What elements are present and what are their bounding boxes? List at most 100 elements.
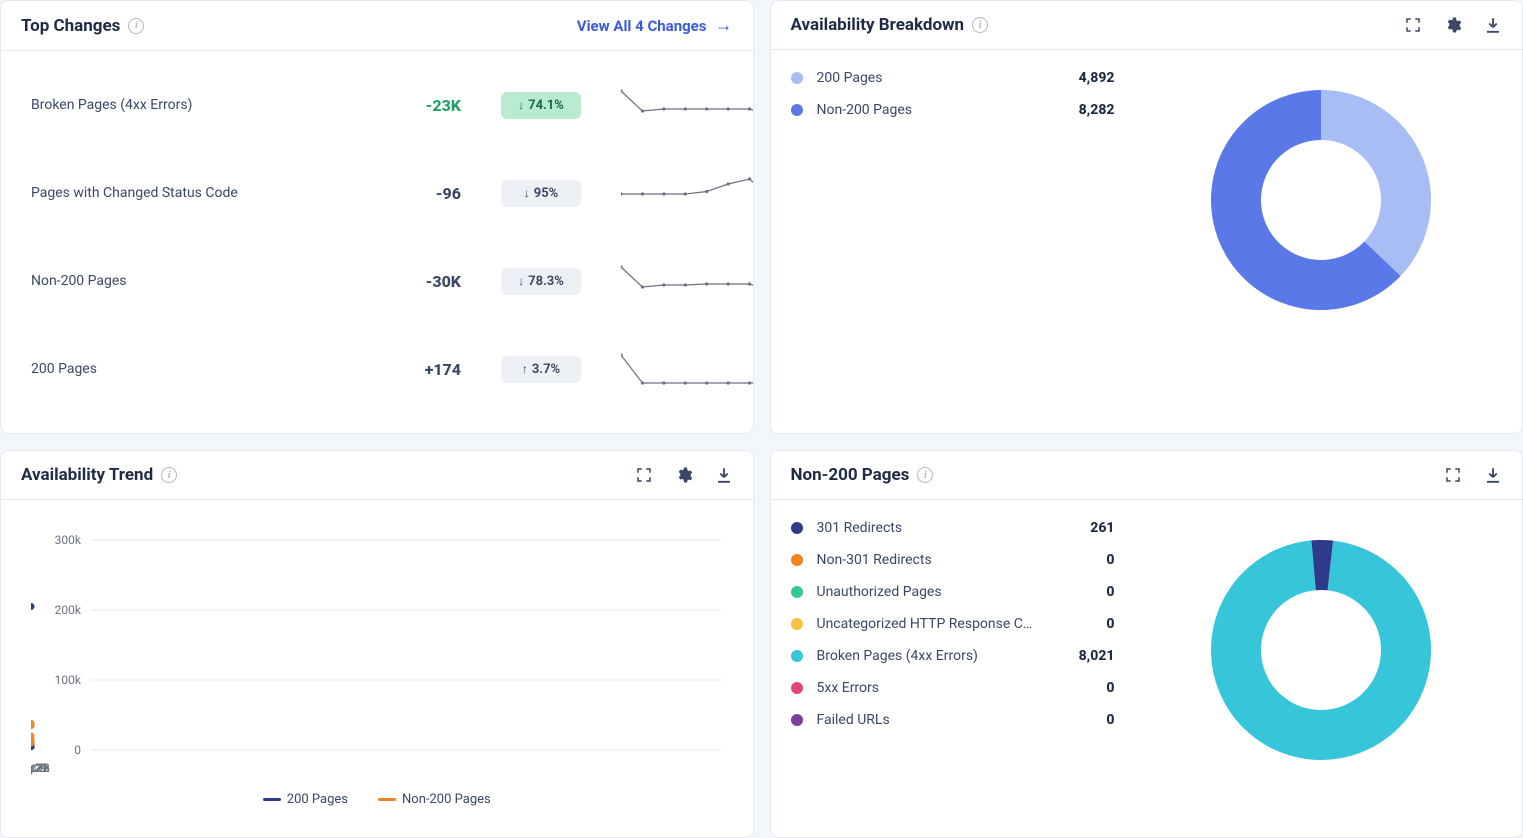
card-title: Availability Breakdown i	[791, 15, 989, 35]
change-label: 200 Pages	[31, 361, 331, 377]
legend-label: Non-200 Pages	[402, 792, 491, 807]
color-swatch	[791, 522, 803, 534]
legend-item[interactable]: Broken Pages (4xx Errors) 8,021	[791, 648, 1121, 664]
svg-text:100k: 100k	[55, 673, 82, 687]
legend-item[interactable]: Failed URLs0	[791, 712, 1121, 728]
expand-icon[interactable]	[1444, 466, 1462, 484]
chart-container	[1141, 60, 1503, 340]
change-delta: -23K	[351, 96, 461, 115]
legend-label: 5xx Errors	[817, 680, 1037, 696]
legend-label: Non-301 Redirects	[817, 552, 1037, 568]
sparkline-chart	[621, 175, 754, 211]
header-actions	[635, 466, 733, 484]
percent-value: 78.3%	[528, 274, 564, 289]
legend-item[interactable]: Non-200 Pages	[378, 792, 491, 807]
card-title: Availability Trend i	[21, 465, 177, 485]
percent-pill: ↓ 74.1%	[501, 92, 581, 119]
arrow-down-icon: ↓	[518, 274, 524, 288]
top-changes-card: Top Changes i View All 4 Changes → Broke…	[0, 0, 754, 434]
download-icon[interactable]	[1484, 466, 1502, 484]
change-delta: +174	[351, 360, 461, 379]
color-swatch	[791, 682, 803, 694]
view-all-link[interactable]: View All 4 Changes →	[577, 15, 733, 36]
color-swatch	[791, 586, 803, 598]
color-swatch	[791, 618, 803, 630]
legend-label: Failed URLs	[817, 712, 1037, 728]
arrow-right-icon: →	[715, 15, 733, 36]
legend-value: 0	[1045, 680, 1115, 696]
view-all-label: View All 4 Changes	[577, 17, 707, 35]
card-body: 0100k200k300kJul 29Aug 12Aug 26Sep 9Sep …	[1, 500, 753, 837]
legend-item[interactable]: Non-301 Redirects 0	[791, 552, 1121, 568]
change-label: Pages with Changed Status Code	[31, 185, 331, 201]
legend-value: 261	[1045, 520, 1115, 536]
info-icon[interactable]: i	[917, 467, 933, 483]
availability-trend-chart: 0100k200k300kJul 29Aug 12Aug 26Sep 9Sep …	[31, 530, 731, 780]
chart-container	[1141, 510, 1503, 790]
legend-value: 8,282	[1045, 102, 1115, 118]
legend-label: 301 Redirects	[817, 520, 1037, 536]
gear-icon[interactable]	[675, 466, 693, 484]
legend-item[interactable]: 200 Pages4,892	[791, 70, 1121, 86]
legend-item[interactable]: 301 Redirects 261	[791, 520, 1121, 536]
legend-item[interactable]: Unauthorized Pages0	[791, 584, 1121, 600]
legend-item[interactable]: Uncategorized HTTP Response C…0	[791, 616, 1121, 632]
download-icon[interactable]	[1484, 16, 1502, 34]
sparkline-chart	[621, 87, 754, 123]
legend-label: 200 Pages	[287, 792, 348, 807]
non200-donut-chart	[1191, 520, 1451, 780]
chart-legend: 200 Pages Non-200 Pages	[31, 792, 723, 807]
change-label: Broken Pages (4xx Errors)	[31, 97, 331, 113]
change-row[interactable]: Pages with Changed Status Code -96 ↓ 95%	[21, 149, 733, 237]
legend-label: Unauthorized Pages	[817, 584, 1037, 600]
title-text: Top Changes	[21, 16, 120, 36]
card-body: Broken Pages (4xx Errors) -23K ↓ 74.1% Page…	[1, 51, 753, 433]
title-text: Non-200 Pages	[791, 465, 910, 485]
legend-item[interactable]: 200 Pages	[263, 792, 348, 807]
change-label: Non-200 Pages	[31, 273, 331, 289]
download-icon[interactable]	[715, 466, 733, 484]
card-header: Availability Trend i	[1, 451, 753, 500]
legend-value: 0	[1045, 552, 1115, 568]
change-delta: -30K	[351, 272, 461, 291]
legend-label: Broken Pages (4xx Errors)	[817, 648, 1037, 664]
percent-value: 95%	[534, 186, 559, 201]
percent-value: 74.1%	[528, 98, 564, 113]
info-icon[interactable]: i	[972, 17, 988, 33]
info-icon[interactable]: i	[128, 18, 144, 34]
change-row[interactable]: Broken Pages (4xx Errors) -23K ↓ 74.1%	[21, 61, 733, 149]
availability-donut-chart	[1191, 70, 1451, 330]
legend-value: 4,892	[1045, 70, 1115, 86]
availability-trend-card: Availability Trend i 0100k200k300kJul 29…	[0, 450, 754, 838]
info-icon[interactable]: i	[161, 467, 177, 483]
header-actions	[1404, 16, 1502, 34]
color-swatch	[791, 72, 803, 84]
card-header: Non-200 Pages i	[771, 451, 1523, 500]
color-swatch	[791, 554, 803, 566]
sparkline-chart	[621, 351, 754, 387]
arrow-down-icon: ↓	[524, 186, 530, 200]
card-body: 301 Redirects 261 Non-301 Redirects 0 Unauth…	[771, 500, 1523, 810]
legend-item[interactable]: 5xx Errors 0	[791, 680, 1121, 696]
svg-text:300k: 300k	[55, 533, 82, 547]
legend-item[interactable]: Non-200 Pages8,282	[791, 102, 1121, 118]
percent-pill: ↓ 78.3%	[501, 268, 581, 295]
chart-container: 0100k200k300kJul 29Aug 12Aug 26Sep 9Sep …	[21, 510, 733, 817]
expand-icon[interactable]	[635, 466, 653, 484]
expand-icon[interactable]	[1404, 16, 1422, 34]
card-body: 200 Pages4,892 Non-200 Pages8,282	[771, 50, 1523, 360]
gear-icon[interactable]	[1444, 16, 1462, 34]
card-header: Availability Breakdown i	[771, 1, 1523, 50]
legend-value: 8,021	[1045, 648, 1115, 664]
title-text: Availability Trend	[21, 465, 153, 485]
arrow-up-icon: ↑	[522, 362, 528, 376]
legend-value: 0	[1045, 616, 1115, 632]
change-row[interactable]: 200 Pages +174 ↑ 3.7%	[21, 325, 733, 413]
percent-pill: ↑ 3.7%	[501, 356, 581, 383]
svg-text:Oct 21: Oct 21	[31, 761, 48, 775]
card-header: Top Changes i View All 4 Changes →	[1, 1, 753, 51]
change-delta: -96	[351, 184, 461, 203]
availability-breakdown-card: Availability Breakdown i 200 Pages4,892 N…	[770, 0, 1523, 434]
change-row[interactable]: Non-200 Pages -30K ↓ 78.3%	[21, 237, 733, 325]
percent-pill: ↓ 95%	[501, 180, 581, 207]
